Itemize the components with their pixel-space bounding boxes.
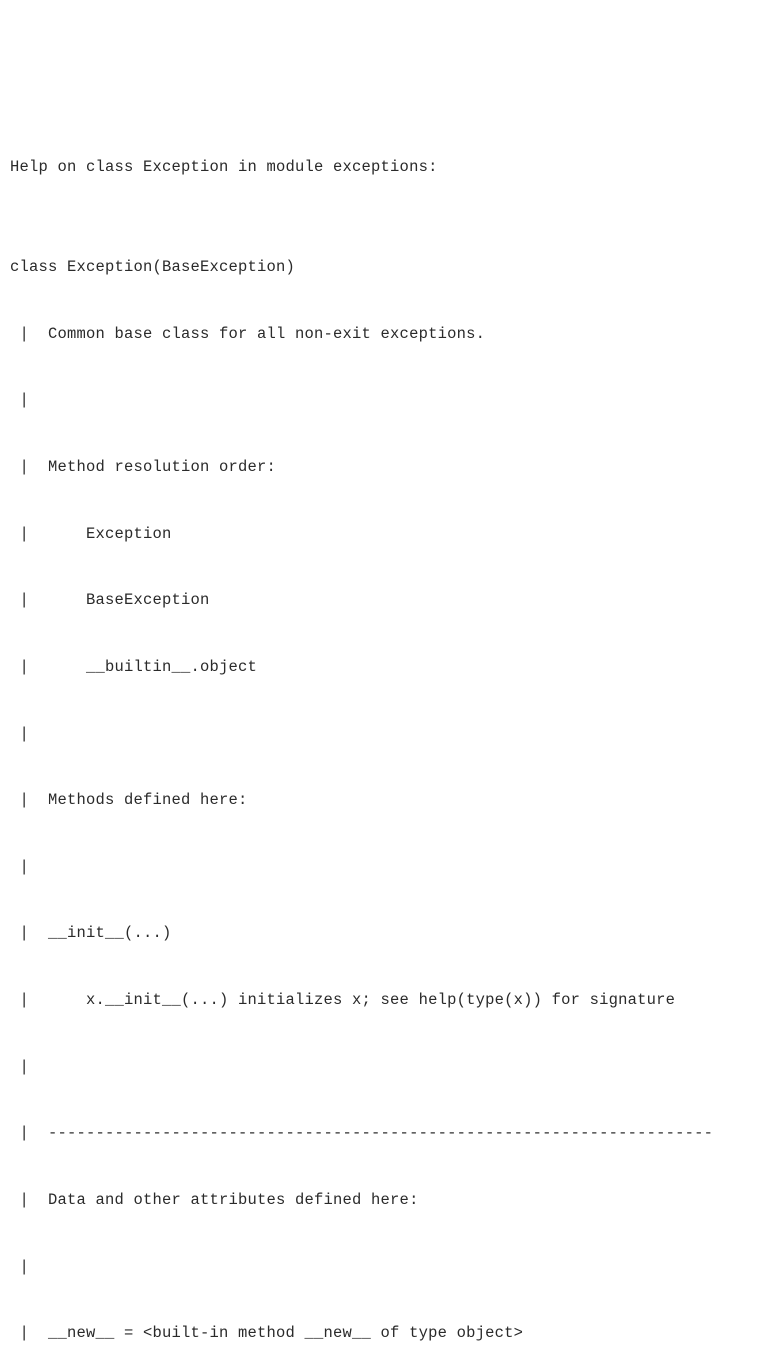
data-header: | Data and other attributes defined here… (10, 1184, 764, 1217)
pipe-line: | (10, 1051, 764, 1084)
new-signature: | __new__ = <built-in method __new__ of … (10, 1317, 764, 1350)
mro-item: | __builtin__.object (10, 651, 764, 684)
class-description: | Common base class for all non-exit exc… (10, 318, 764, 351)
pipe-line: | (10, 718, 764, 751)
mro-header: | Method resolution order: (10, 451, 764, 484)
class-declaration: class Exception(BaseException) (10, 251, 764, 284)
pipe-line: | (10, 384, 764, 417)
init-signature: | __init__(...) (10, 917, 764, 950)
methods-header: | Methods defined here: (10, 784, 764, 817)
separator-line: | --------------------------------------… (10, 1117, 764, 1150)
help-header: Help on class Exception in module except… (10, 151, 764, 184)
pipe-line: | (10, 1251, 764, 1284)
help-output: Help on class Exception in module except… (10, 151, 764, 1350)
pipe-line: | (10, 851, 764, 884)
mro-item: | BaseException (10, 584, 764, 617)
mro-item: | Exception (10, 518, 764, 551)
init-doc: | x.__init__(...) initializes x; see hel… (10, 984, 764, 1017)
